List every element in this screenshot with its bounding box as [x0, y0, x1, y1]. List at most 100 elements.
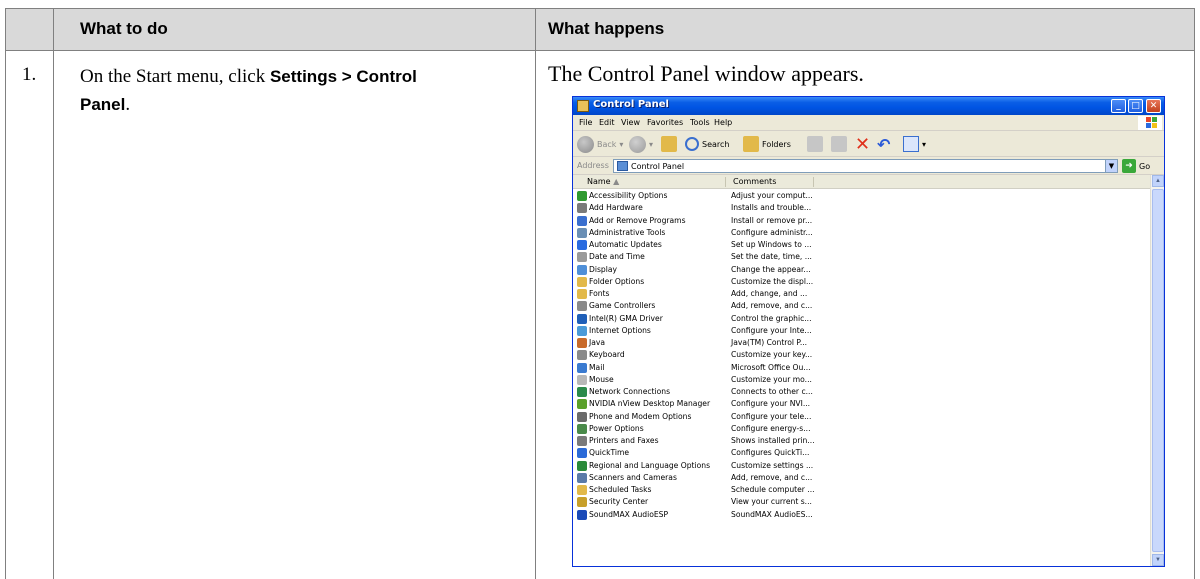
list-item[interactable]: Regional and Language Options Customize s…: [573, 460, 1150, 472]
control-panel-item-icon: [577, 436, 587, 446]
list-item[interactable]: NVIDIA nView Desktop Manager Configure yo…: [573, 398, 1150, 410]
up-folder-button[interactable]: [661, 135, 677, 153]
chevron-down-icon: ▾: [922, 139, 927, 149]
column-header-row: Name ▲ Comments: [573, 175, 1150, 189]
item-name: Add or Remove Programs: [589, 215, 686, 225]
column-separator[interactable]: [725, 177, 726, 187]
column-header-comments[interactable]: Comments: [733, 177, 776, 186]
list-item[interactable]: Network Connections Connects to other c..…: [573, 386, 1150, 398]
menu-bar: File Edit View Favorites Tools Help: [573, 115, 1164, 131]
list-item[interactable]: Power Options Configure energy-s...: [573, 423, 1150, 435]
item-name: Mail: [589, 362, 605, 372]
list-item[interactable]: Printers and Faxes Shows installed prin..…: [573, 435, 1150, 447]
folders-label: Folders: [762, 139, 791, 149]
address-bar: Address Control Panel ▼ ➜ Go: [573, 157, 1164, 175]
control-panel-item-icon: [577, 350, 587, 361]
menu-edit[interactable]: Edit: [599, 118, 615, 127]
control-panel-item-icon: [577, 276, 587, 287]
address-label: Address: [577, 161, 609, 170]
list-item[interactable]: Scheduled Tasks Schedule computer ...: [573, 484, 1150, 496]
move-to-button[interactable]: [807, 135, 823, 153]
column-divider: [535, 9, 536, 579]
item-comment: Customize your mo...: [731, 374, 812, 384]
undo-button[interactable]: ↶: [877, 134, 891, 154]
list-item[interactable]: Date and Time Set the date, time, ...: [573, 251, 1150, 263]
scroll-down-arrow-icon[interactable]: ▼: [1152, 554, 1164, 566]
delete-button[interactable]: ✕: [855, 134, 870, 155]
address-field[interactable]: Control Panel ▼: [613, 159, 1118, 173]
step-number: 1.: [22, 64, 37, 85]
item-name: Intel(R) GMA Driver: [589, 313, 663, 323]
search-label: Search: [702, 139, 730, 149]
folders-button[interactable]: Folders: [743, 135, 791, 153]
vertical-scrollbar[interactable]: ▲ ▼: [1150, 175, 1164, 566]
menu-favorites[interactable]: Favorites: [647, 118, 683, 127]
window-titlebar[interactable]: Control Panel _ □ ✕: [573, 97, 1164, 115]
list-item[interactable]: QuickTime Configures QuickTi...: [573, 447, 1150, 459]
item-comment: Java(TM) Control P...: [731, 338, 808, 347]
item-name: QuickTime: [589, 448, 630, 458]
item-comment: Configure your Inte...: [731, 325, 812, 335]
list-item[interactable]: Security Center View your current s...: [573, 496, 1150, 508]
item-comment: Adjust your comput...: [731, 191, 813, 200]
menu-view[interactable]: View: [621, 118, 640, 127]
go-button[interactable]: ➜ Go: [1122, 159, 1160, 173]
undo-icon: ↶: [877, 134, 891, 154]
list-item[interactable]: Intel(R) GMA Driver Control the graphic..…: [573, 313, 1150, 325]
back-button[interactable]: Back ▾: [577, 135, 623, 153]
item-name: Automatic Updates: [589, 240, 662, 249]
views-button[interactable]: ▾: [903, 135, 926, 153]
minimize-button[interactable]: _: [1111, 99, 1126, 113]
scroll-thumb[interactable]: [1152, 189, 1164, 552]
control-panel-item-icon: [577, 338, 587, 348]
chevron-down-icon[interactable]: ▼: [1105, 160, 1117, 172]
item-comment: Set the date, time, ...: [731, 252, 812, 262]
search-button[interactable]: Search: [685, 135, 729, 153]
list-item[interactable]: Game Controllers Add, remove, and c...: [573, 300, 1150, 312]
maximize-button[interactable]: □: [1128, 99, 1143, 113]
close-button[interactable]: ✕: [1146, 99, 1161, 113]
list-item[interactable]: Add Hardware Installs and trouble...: [573, 202, 1150, 214]
list-item[interactable]: Scanners and Cameras Add, remove, and c..…: [573, 472, 1150, 484]
item-name: Accessibility Options: [589, 191, 668, 200]
control-panel-item-icon: [577, 301, 587, 312]
item-name: Display: [589, 264, 617, 274]
item-comment: Configure administr...: [731, 227, 813, 237]
menu-help[interactable]: Help: [714, 118, 732, 127]
copy-to-button[interactable]: [831, 135, 847, 153]
header-what-happens: What happens: [548, 19, 665, 38]
list-item[interactable]: SoundMAX AudioESP SoundMAX AudioES...: [573, 509, 1150, 521]
list-item[interactable]: Fonts Add, change, and ...: [573, 288, 1150, 300]
menu-tools[interactable]: Tools: [690, 118, 710, 127]
list-item[interactable]: Keyboard Customize your key...: [573, 349, 1150, 361]
control-panel-item-icon: [577, 399, 587, 410]
column-header-name[interactable]: Name ▲: [587, 177, 619, 186]
item-name: Regional and Language Options: [589, 460, 711, 470]
copy-to-icon: [831, 136, 847, 152]
scroll-up-arrow-icon[interactable]: ▲: [1152, 175, 1164, 187]
item-name: Fonts: [589, 289, 610, 298]
control-panel-icon: [617, 161, 628, 171]
list-item[interactable]: Mouse Customize your mo...: [573, 374, 1150, 386]
item-name: Scheduled Tasks: [589, 485, 652, 494]
list-item[interactable]: Administrative Tools Configure administr.…: [573, 227, 1150, 239]
list-item[interactable]: Automatic Updates Set up Windows to ...: [573, 239, 1150, 251]
control-panel-window-screenshot: Control Panel _ □ ✕ File Edit View Favor…: [572, 96, 1165, 567]
move-to-icon: [807, 136, 823, 152]
menu-file[interactable]: File: [579, 118, 592, 127]
chevron-down-icon: ▾: [619, 139, 624, 149]
control-panel-item-icon: [577, 215, 587, 226]
forward-button[interactable]: ▾: [629, 135, 653, 153]
list-item[interactable]: Phone and Modem Options Configure your te…: [573, 411, 1150, 423]
control-panel-item-icon: [577, 191, 587, 201]
list-item[interactable]: Accessibility Options Adjust your comput.…: [573, 190, 1150, 202]
item-name: Java: [589, 338, 606, 347]
list-item[interactable]: Display Change the appear...: [573, 264, 1150, 276]
list-item[interactable]: Java Java(TM) Control P...: [573, 337, 1150, 349]
list-item[interactable]: Internet Options Configure your Inte...: [573, 325, 1150, 337]
list-item[interactable]: Mail Microsoft Office Ou...: [573, 362, 1150, 374]
list-item[interactable]: Folder Options Customize the displ...: [573, 276, 1150, 288]
list-item[interactable]: Add or Remove Programs Install or remove …: [573, 215, 1150, 227]
column-separator[interactable]: [813, 177, 814, 187]
control-panel-item-icon: [577, 472, 587, 483]
